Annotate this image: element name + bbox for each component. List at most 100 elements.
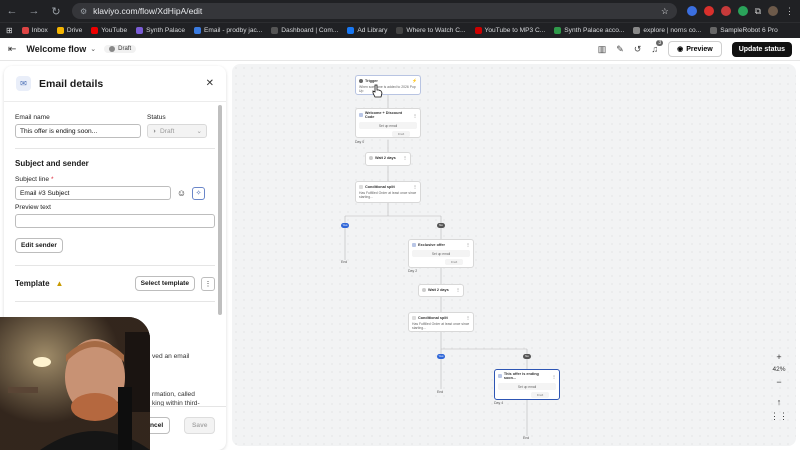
- ai-assist-icon[interactable]: ✧: [192, 186, 205, 200]
- node-status: Draft: [445, 259, 463, 265]
- bolt-icon: ⚡: [412, 78, 417, 83]
- warning-icon: ▲: [55, 279, 64, 288]
- bookmark-email[interactable]: Email - prodby jac...: [194, 27, 262, 34]
- address-bar[interactable]: ⚙ klaviyo.com/flow/XdHipA/edit ☆: [72, 3, 677, 19]
- url-text: klaviyo.com/flow/XdHipA/edit: [93, 6, 203, 16]
- bookmark-star-icon[interactable]: ☆: [661, 6, 669, 17]
- clock-icon: [369, 155, 373, 160]
- kebab-icon[interactable]: ⋮: [403, 155, 407, 160]
- analytics-icon[interactable]: ▥: [598, 44, 607, 55]
- kebab-icon[interactable]: ⋮: [552, 374, 556, 379]
- emoji-icon[interactable]: ☺: [175, 187, 188, 200]
- yes-branch-pill: Yes: [437, 354, 445, 359]
- day-label: Day 4: [494, 401, 504, 405]
- bookmark-samplerobot[interactable]: SampleRobot 6 Pro: [710, 27, 778, 34]
- panel-scrollbar[interactable]: [218, 105, 222, 315]
- browser-toolbar: ← → ↻ ⚙ klaviyo.com/flow/XdHipA/edit ☆ ⧉…: [0, 0, 800, 22]
- conditional-split-node-2[interactable]: Conditional split ⋮ Has Fulfilled Order a…: [408, 312, 474, 332]
- bookmark-ad-library[interactable]: Ad Library: [347, 27, 387, 34]
- setup-email-button[interactable]: Set up email: [359, 122, 417, 129]
- email-node-exclusive[interactable]: Exclusive offer ⋮ Set up email Draft: [408, 239, 474, 268]
- setup-email-button[interactable]: Set up email: [412, 250, 470, 257]
- scroll-top-icon[interactable]: ↑: [777, 397, 782, 407]
- history-icon[interactable]: ↺: [634, 44, 642, 55]
- bookmark-youtube[interactable]: YouTube: [91, 27, 127, 34]
- reload-icon[interactable]: ↻: [50, 5, 62, 18]
- conditional-split-node-1[interactable]: Conditional split ⋮ Has Fulfilled Order a…: [355, 181, 421, 203]
- more-options-icon[interactable]: ⋮: [201, 276, 215, 291]
- flow-title[interactable]: Welcome flow: [26, 44, 86, 54]
- bookmark-inbox[interactable]: Inbox: [21, 27, 48, 34]
- preview-button[interactable]: ◉ Preview: [668, 41, 722, 57]
- select-template-button[interactable]: Select template: [134, 276, 195, 291]
- node-status: Draft: [392, 131, 410, 137]
- save-button[interactable]: Save: [184, 417, 216, 434]
- wait-node-1[interactable]: Wait 2 days ⋮: [365, 152, 411, 166]
- bookmark-youtube-mp3[interactable]: YouTube to MP3 C...: [474, 27, 545, 34]
- email-node-ending-soon[interactable]: This offer is ending soon... ⋮ Set up ema…: [494, 369, 560, 400]
- zoom-in-icon[interactable]: +: [776, 352, 781, 362]
- kebab-icon[interactable]: ⋮: [456, 287, 460, 292]
- webcam-overlay: [0, 317, 150, 450]
- template-heading: Template: [15, 279, 50, 288]
- preview-text-label: Preview text: [15, 204, 51, 211]
- setup-email-button[interactable]: Set up email: [498, 383, 556, 390]
- node-status: Draft: [531, 392, 549, 398]
- bookmark-synth-palace[interactable]: Synth Palace: [136, 27, 185, 34]
- update-status-button[interactable]: Update status: [731, 41, 792, 57]
- trigger-icon: [359, 78, 363, 83]
- clock-icon: [422, 287, 426, 292]
- trigger-node[interactable]: Trigger ⚡ When someone is added to 2026 P…: [355, 75, 421, 95]
- extension-icon-2[interactable]: [703, 6, 714, 16]
- email-name-input[interactable]: This offer is ending soon...: [15, 124, 141, 138]
- minimap-grid-icon[interactable]: ⋮⋮: [770, 411, 788, 422]
- eye-icon: ◉: [677, 46, 684, 53]
- kebab-icon[interactable]: ⋮: [466, 242, 470, 247]
- split-icon: [359, 184, 363, 189]
- email-icon: [412, 242, 416, 247]
- notifications-bell-icon[interactable]: ♫ 3: [651, 40, 664, 54]
- wait-node-2[interactable]: Wait 2 days ⋮: [418, 284, 464, 297]
- split-condition: Has Fulfilled Order at least once since …: [359, 191, 417, 199]
- day-label: Day 2: [408, 269, 418, 273]
- hand-cursor-icon: [372, 84, 383, 98]
- bookmark-where-to-watch[interactable]: Where to Watch C...: [396, 27, 466, 34]
- kebab-icon[interactable]: ⋮: [466, 315, 470, 320]
- kebab-icon[interactable]: ⋮: [413, 113, 417, 118]
- subject-line-input[interactable]: Email #3 Subject: [15, 186, 171, 200]
- apps-grid-icon[interactable]: ⊞: [6, 26, 13, 35]
- chevron-down-icon[interactable]: ⌄: [90, 45, 96, 53]
- bookmark-drive[interactable]: Drive: [56, 27, 82, 34]
- kebab-icon[interactable]: ⋮: [413, 184, 417, 189]
- edit-pencil-icon[interactable]: ✎: [616, 44, 624, 55]
- email-icon: [498, 374, 502, 378]
- extension-icon-3[interactable]: [720, 6, 731, 16]
- back-arrow-icon[interactable]: ←: [6, 5, 18, 17]
- site-settings-icon[interactable]: ⚙: [80, 7, 87, 16]
- end-label: End: [341, 260, 348, 264]
- envelope-icon: ✉: [16, 76, 31, 91]
- close-icon[interactable]: ✕: [206, 78, 214, 89]
- bookmark-synth-palace-account[interactable]: Synth Palace acco...: [554, 27, 624, 34]
- status-label: Status: [147, 114, 166, 121]
- status-select[interactable]: ◑ Draft ⌄: [147, 124, 207, 138]
- extension-icon-4[interactable]: [737, 6, 748, 16]
- edit-sender-button[interactable]: Edit sender: [15, 238, 63, 253]
- preview-text-input[interactable]: [15, 214, 215, 228]
- profile-avatar[interactable]: [768, 6, 778, 16]
- forward-arrow-icon[interactable]: →: [28, 5, 40, 17]
- exit-icon[interactable]: ⇤: [8, 44, 16, 55]
- zoom-level: 42%: [772, 366, 786, 373]
- bookmark-dashboard[interactable]: Dashboard | Com...: [271, 27, 338, 34]
- flow-canvas[interactable]: Trigger ⚡ When someone is added to 2026 P…: [232, 64, 796, 446]
- no-branch-pill: No: [437, 223, 445, 228]
- no-branch-pill: No: [523, 354, 531, 359]
- extension-icon-1[interactable]: [686, 6, 697, 16]
- panel-title: Email details: [39, 77, 104, 90]
- zoom-out-icon[interactable]: −: [776, 377, 781, 387]
- menu-kebab-icon[interactable]: ⋮: [785, 6, 794, 17]
- bookmark-norns[interactable]: explore | norns co...: [633, 27, 701, 34]
- email-node-welcome[interactable]: Welcome + Discount Code ⋮ Set up email Dr…: [355, 108, 421, 138]
- extensions-area: ⧉ ⋮: [686, 6, 794, 17]
- puzzle-icon[interactable]: ⧉: [755, 6, 761, 17]
